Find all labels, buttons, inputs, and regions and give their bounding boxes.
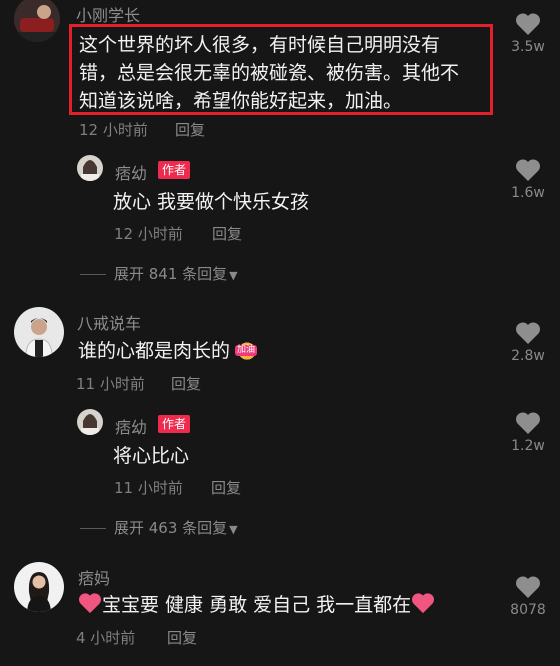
reply-username[interactable]: 痞幼 <box>115 414 147 438</box>
comment-text-line: 知道该说啥，希望你能好起来，加油。 <box>79 90 403 112</box>
reply-time: 12 小时前 <box>114 225 183 243</box>
comment-time: 12 小时前 <box>79 121 148 139</box>
comment-username[interactable]: 小刚学长 <box>76 2 140 26</box>
comment-text-body: 宝宝要 健康 勇敢 爱自己 我一直都在 <box>102 594 412 616</box>
like-button[interactable]: 2.8w <box>503 321 553 364</box>
heart-icon <box>503 321 553 345</box>
heart-icon <box>503 158 553 182</box>
reply-button[interactable]: 回复 <box>167 627 197 648</box>
like-button[interactable]: 1.6w <box>503 158 553 201</box>
like-count: 3.5w <box>511 39 545 55</box>
chevron-down-icon: ▼ <box>229 523 238 536</box>
chevron-down-icon: ▼ <box>229 269 238 282</box>
comment-text: 谁的心都是肉长的 加油 <box>78 336 261 363</box>
author-badge: 作者 <box>158 161 191 179</box>
like-count: 1.2w <box>511 438 545 454</box>
heart-icon <box>503 411 553 435</box>
reply-username[interactable]: 痞幼 <box>115 160 147 184</box>
sticker-label: 加油 <box>235 345 258 356</box>
like-button[interactable]: 8078 <box>503 575 553 618</box>
heart-emoji-icon <box>411 592 435 619</box>
avatar[interactable] <box>14 0 60 42</box>
reply-button[interactable]: 回复 <box>175 119 205 140</box>
reply-text: 放心 我要做个快乐女孩 <box>113 191 310 213</box>
comment-text-line: 这个世界的坏人很多，有时候自己明明没有 <box>79 34 441 56</box>
comment-username[interactable]: 痞妈 <box>78 565 110 589</box>
reply-button[interactable]: 回复 <box>212 223 242 244</box>
reply-button[interactable]: 回复 <box>171 373 201 394</box>
comment-text-body: 谁的心都是肉长的 <box>78 340 231 362</box>
comment-text: 宝宝要 健康 勇敢 爱自己 我一直都在 <box>78 590 435 619</box>
expand-label: 展开 841 条回复 <box>114 265 228 283</box>
sticker-emoji: 加油 <box>234 339 261 361</box>
author-badge: 作者 <box>158 415 191 433</box>
comment-time: 4 小时前 <box>76 629 136 647</box>
avatar[interactable] <box>14 307 64 357</box>
divider-line <box>80 528 106 529</box>
comment-text-line: 错，总是会很无辜的被碰瓷、被伤害。其他不 <box>79 62 460 84</box>
comment-username[interactable]: 八戒说车 <box>77 310 141 334</box>
avatar[interactable] <box>77 409 103 435</box>
reply-button[interactable]: 回复 <box>211 477 241 498</box>
like-button[interactable]: 3.5w <box>503 12 553 55</box>
expand-replies-button[interactable]: 展开 463 条回复 ▼ <box>80 517 238 538</box>
expand-replies-button[interactable]: 展开 841 条回复 ▼ <box>80 263 238 284</box>
expand-label: 展开 463 条回复 <box>114 519 228 537</box>
avatar[interactable] <box>14 562 64 612</box>
reply-text: 将心比心 <box>113 445 190 467</box>
avatar[interactable] <box>77 155 103 181</box>
reply-time: 11 小时前 <box>114 479 183 497</box>
like-count: 1.6w <box>511 185 545 201</box>
heart-emoji-icon <box>78 592 102 619</box>
like-count: 8078 <box>510 602 546 618</box>
heart-icon <box>503 575 553 599</box>
comment-time: 11 小时前 <box>76 375 145 393</box>
like-count: 2.8w <box>511 348 545 364</box>
divider-line <box>80 274 106 275</box>
heart-icon <box>503 12 553 36</box>
like-button[interactable]: 1.2w <box>503 411 553 454</box>
